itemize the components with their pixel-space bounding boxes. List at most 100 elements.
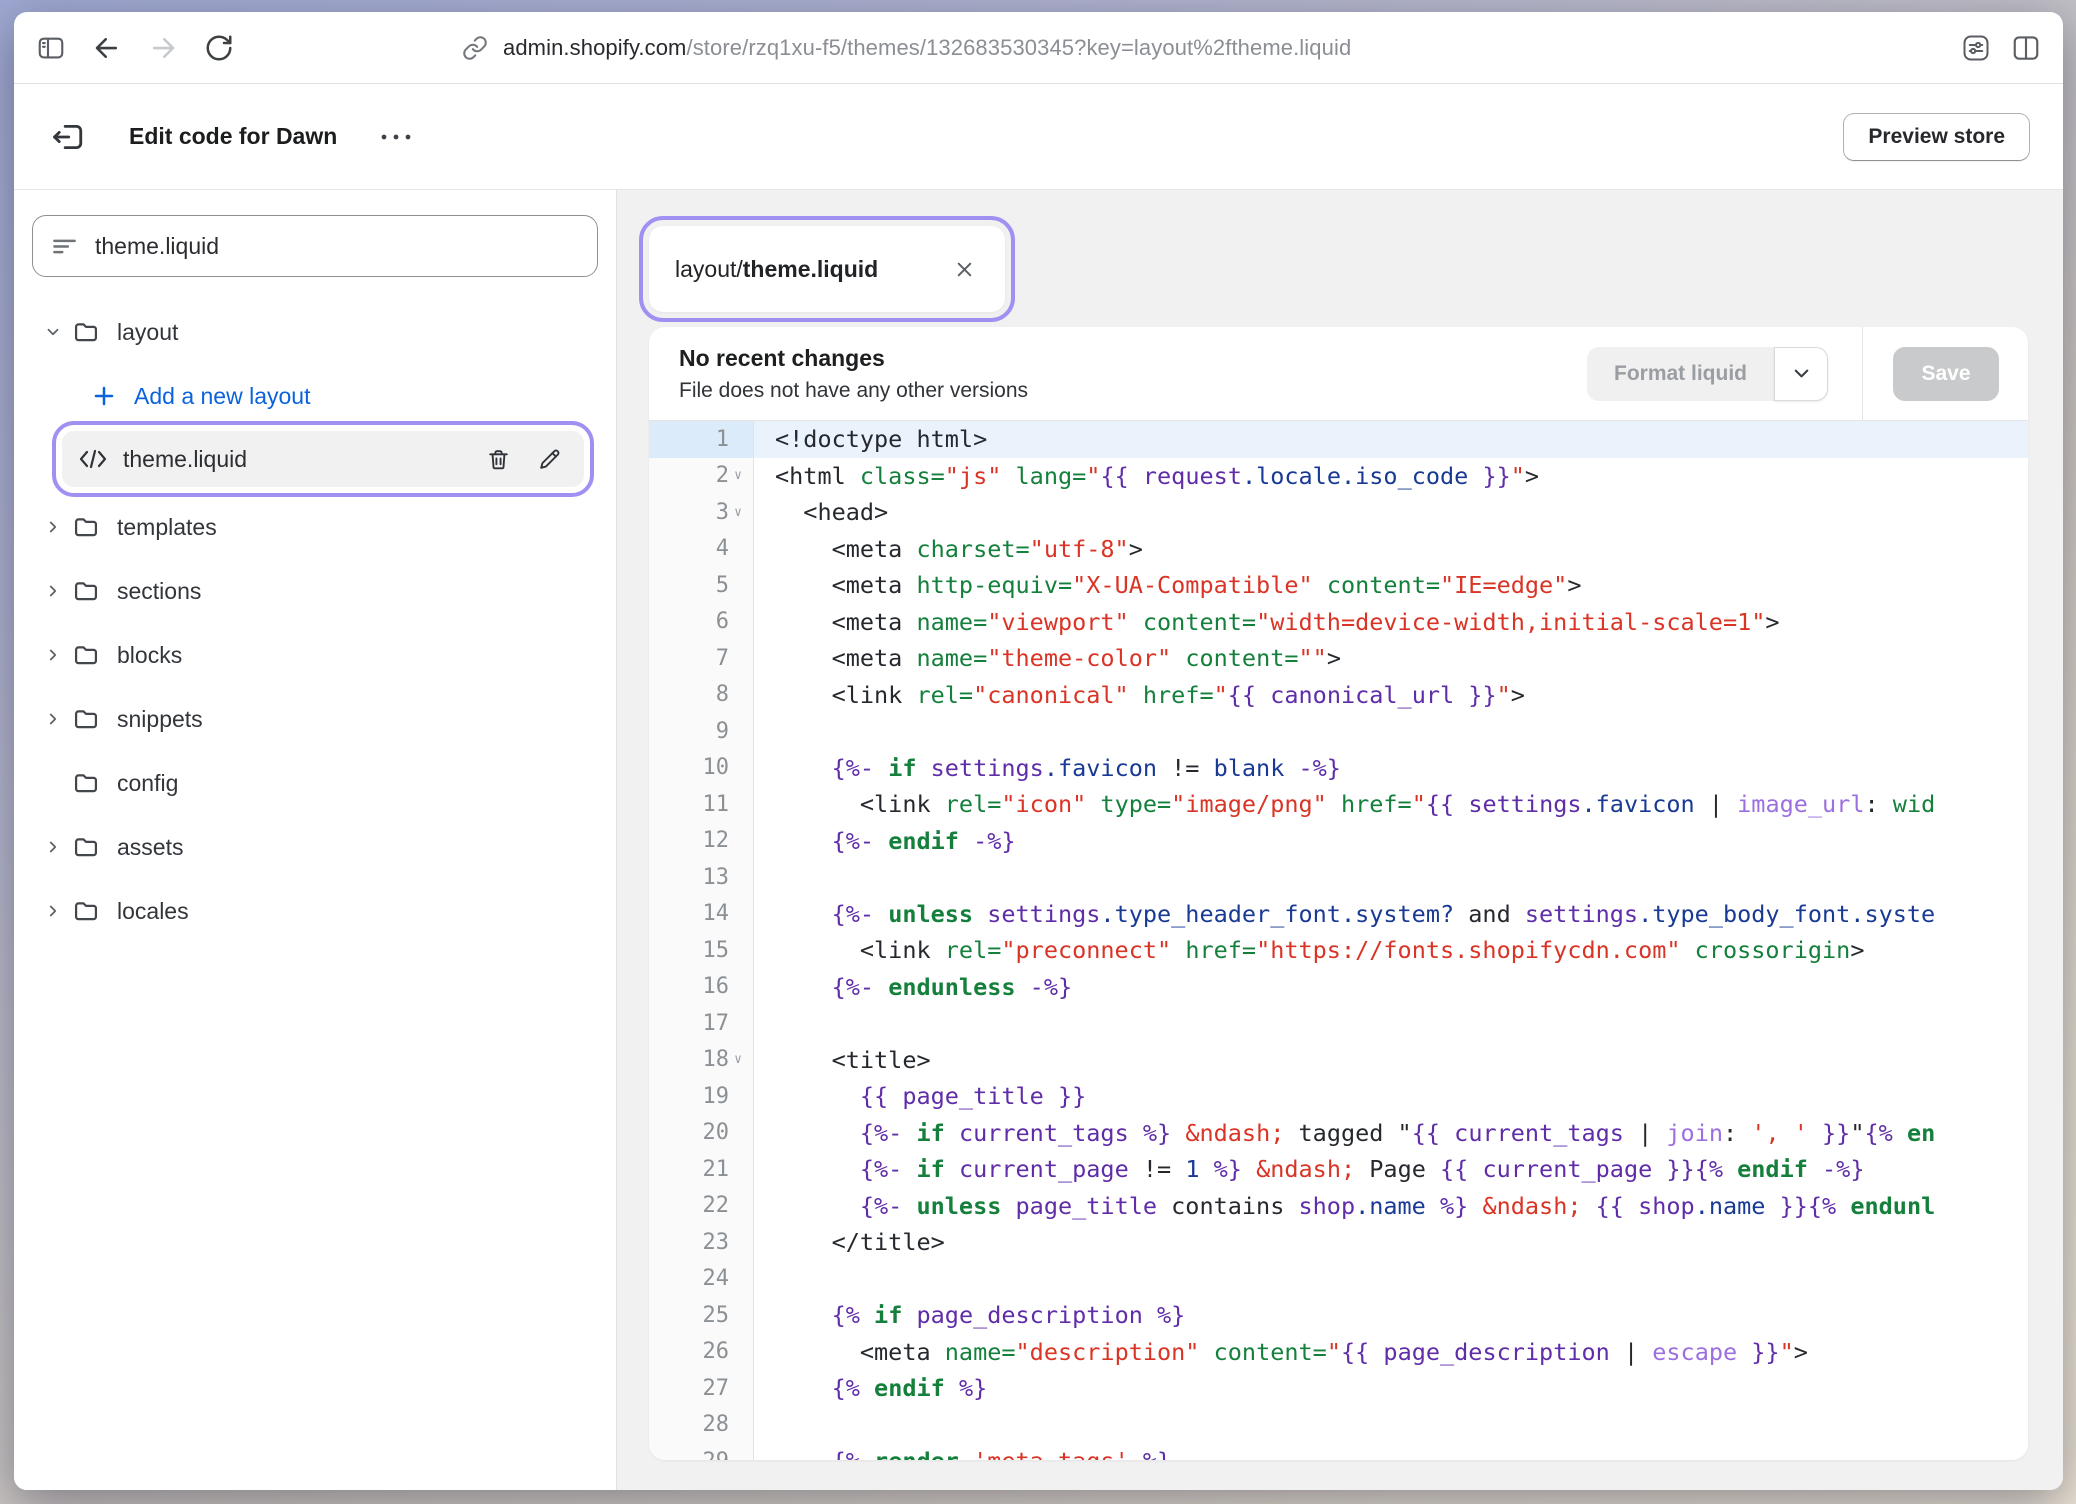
forward-icon[interactable] — [148, 33, 178, 63]
pencil-icon — [537, 447, 562, 472]
code-line[interactable]: {%- endif -%} — [754, 823, 2028, 860]
fold-toggle-icon[interactable]: ∨ — [729, 1052, 747, 1067]
line-number: 8 — [649, 677, 753, 714]
browser-sidebar-toggle-icon[interactable] — [36, 33, 66, 63]
folder-icon — [72, 318, 100, 346]
split-view-icon[interactable] — [2011, 33, 2041, 63]
page-title: Edit code for Dawn — [129, 123, 337, 150]
chevron-down-icon — [44, 323, 62, 341]
code-line[interactable]: <link rel="canonical" href="{{ canonical… — [754, 677, 2028, 714]
code-line[interactable]: <meta http-equiv="X-UA-Compatible" conte… — [754, 567, 2028, 604]
tab-label: layout/theme.liquid — [675, 256, 878, 283]
editor-panel: No recent changes File does not have any… — [649, 327, 2028, 1460]
line-number: 21 — [649, 1151, 753, 1188]
folder-label: assets — [117, 834, 183, 861]
code-line[interactable]: {%- if current_tags %} &ndash; tagged "{… — [754, 1115, 2028, 1152]
chevron-right-icon — [44, 518, 62, 536]
sidebar-file-theme.liquid[interactable]: theme.liquid — [62, 431, 584, 487]
sidebar-item-snippets[interactable]: snippets — [32, 695, 598, 743]
code-line[interactable]: <title> — [754, 1042, 2028, 1079]
close-icon — [954, 259, 975, 280]
line-number: 9 — [649, 713, 753, 750]
code-line[interactable]: <!doctype html> — [754, 421, 2028, 458]
more-menu-button[interactable] — [379, 122, 413, 152]
code-line[interactable]: {%- unless page_title contains shop.name… — [754, 1188, 2028, 1225]
reload-icon[interactable] — [204, 33, 234, 63]
rename-file-button[interactable] — [537, 447, 562, 472]
code-line[interactable]: {% endif %} — [754, 1370, 2028, 1407]
file-search-box[interactable] — [32, 215, 598, 277]
code-line[interactable] — [754, 859, 2028, 896]
code-line[interactable]: <meta name="description" content="{{ pag… — [754, 1334, 2028, 1371]
code-column[interactable]: <!doctype html><html class="js" lang="{{… — [754, 421, 2028, 1460]
code-line[interactable] — [754, 1005, 2028, 1042]
back-icon[interactable] — [92, 33, 122, 63]
code-line[interactable]: {%- endunless -%} — [754, 969, 2028, 1006]
sidebar-item-blocks[interactable]: blocks — [32, 631, 598, 679]
browser-window: admin.shopify.com/store/rzq1xu-f5/themes… — [14, 12, 2063, 1490]
format-dropdown-button[interactable] — [1774, 347, 1828, 401]
preview-store-button[interactable]: Preview store — [1843, 113, 2030, 161]
browser-customize-icon[interactable] — [1961, 33, 1991, 63]
add-layout-label: Add a new layout — [134, 383, 310, 410]
code-line[interactable]: <html class="js" lang="{{ request.locale… — [754, 458, 2028, 495]
code-line[interactable]: <meta name="theme-color" content=""> — [754, 640, 2028, 677]
exit-editor-button[interactable] — [47, 116, 89, 158]
code-line[interactable]: </title> — [754, 1224, 2028, 1261]
version-subtitle: File does not have any other versions — [679, 379, 1028, 403]
sidebar-item-config[interactable]: config — [32, 759, 598, 807]
line-number: 7 — [649, 640, 753, 677]
code-editor[interactable]: 12∨3∨456789101112131415161718∨1920212223… — [649, 421, 2028, 1460]
code-line[interactable]: <head> — [754, 494, 2028, 531]
line-number: 28 — [649, 1407, 753, 1444]
code-line[interactable]: {%- if settings.favicon != blank -%} — [754, 750, 2028, 787]
sidebar-item-layout[interactable]: layout — [32, 308, 598, 356]
sidebar: layout Add a new layout theme.liquid templa… — [14, 190, 617, 1490]
line-number: 14 — [649, 896, 753, 933]
folder-icon — [72, 641, 100, 669]
folder-icon — [72, 705, 100, 733]
folder-label: layout — [117, 319, 178, 346]
sidebar-item-sections[interactable]: sections — [32, 567, 598, 615]
line-number: 6 — [649, 604, 753, 641]
fold-toggle-icon[interactable]: ∨ — [729, 505, 747, 520]
code-line[interactable] — [754, 1261, 2028, 1298]
code-line[interactable]: <meta name="viewport" content="width=dev… — [754, 604, 2028, 641]
add-layout-button[interactable]: Add a new layout — [32, 372, 598, 420]
chevron-right-icon — [44, 646, 62, 664]
code-line[interactable]: <meta charset="utf-8"> — [754, 531, 2028, 568]
line-number: 22 — [649, 1188, 753, 1225]
exit-icon — [51, 120, 85, 154]
code-icon — [78, 447, 108, 471]
code-line[interactable]: {%- if current_page != 1 %} &ndash; Page… — [754, 1151, 2028, 1188]
code-tab[interactable]: layout/theme.liquid — [649, 226, 1005, 312]
chevron-right-icon — [44, 902, 62, 920]
editor-main-area: layout/theme.liquid No recent changes Fi… — [617, 190, 2063, 1490]
code-line[interactable]: {%- unless settings.type_header_font.sys… — [754, 896, 2028, 933]
code-line[interactable]: <link rel="preconnect" href="https://fon… — [754, 932, 2028, 969]
fold-toggle-icon[interactable]: ∨ — [729, 468, 747, 483]
browser-toolbar: admin.shopify.com/store/rzq1xu-f5/themes… — [14, 12, 2063, 84]
line-number: 23 — [649, 1224, 753, 1261]
save-button[interactable]: Save — [1893, 347, 1999, 401]
file-search-input[interactable] — [95, 233, 579, 260]
address-bar[interactable]: admin.shopify.com/store/rzq1xu-f5/themes… — [462, 12, 1351, 84]
code-line[interactable] — [754, 713, 2028, 750]
line-number: 20 — [649, 1115, 753, 1152]
code-line[interactable]: {% if page_description %} — [754, 1297, 2028, 1334]
code-line[interactable]: {{ page_title }} — [754, 1078, 2028, 1115]
code-line[interactable]: {% render 'meta-tags' %} — [754, 1443, 2028, 1460]
folder-icon — [72, 577, 100, 605]
sidebar-item-locales[interactable]: locales — [32, 887, 598, 935]
divider — [1862, 327, 1863, 420]
sidebar-item-templates[interactable]: templates — [32, 503, 598, 551]
sidebar-item-assets[interactable]: assets — [32, 823, 598, 871]
tab-close-button[interactable] — [950, 255, 979, 284]
code-line[interactable] — [754, 1407, 2028, 1444]
chevron-right-icon — [44, 582, 62, 600]
code-line[interactable]: <link rel="icon" type="image/png" href="… — [754, 786, 2028, 823]
delete-file-button[interactable] — [486, 447, 511, 472]
format-liquid-button[interactable]: Format liquid — [1587, 347, 1774, 401]
chevron-down-icon — [1790, 362, 1813, 385]
line-number: 5 — [649, 567, 753, 604]
